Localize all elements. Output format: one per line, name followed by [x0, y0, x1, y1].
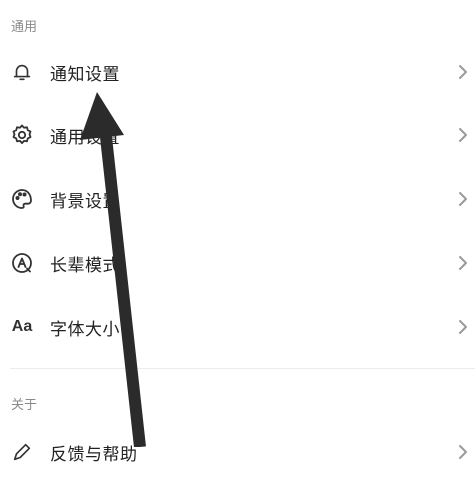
gear-icon	[10, 123, 34, 147]
settings-row-notifications[interactable]: 通知设置	[0, 40, 475, 104]
font-size-icon: Aa	[11, 318, 33, 335]
settings-row-label: 通知设置	[50, 64, 120, 85]
chevron-right-icon	[459, 65, 467, 79]
section-header-general: 通用	[11, 20, 38, 35]
chevron-right-icon	[459, 256, 467, 270]
settings-row-font-size[interactable]: Aa 字体大小	[0, 295, 475, 359]
settings-row-general[interactable]: 通用设置	[0, 103, 475, 167]
settings-row-background[interactable]: 背景设置	[0, 167, 475, 231]
chevron-right-icon	[459, 192, 467, 206]
settings-row-label: 通用设置	[50, 127, 120, 148]
chevron-right-icon	[459, 445, 467, 459]
elder-mode-icon	[10, 251, 34, 275]
settings-row-label: 字体大小	[50, 319, 120, 340]
settings-row-label: 长辈模式	[50, 255, 120, 276]
settings-row-label: 背景设置	[50, 191, 120, 212]
palette-icon	[10, 187, 34, 211]
settings-row-feedback[interactable]: 反馈与帮助	[0, 420, 475, 484]
section-header-about: 关于	[11, 398, 38, 413]
pen-icon	[10, 440, 34, 464]
settings-row-label: 反馈与帮助	[50, 444, 138, 465]
settings-row-elder-mode[interactable]: 长辈模式	[0, 231, 475, 295]
section-divider	[10, 368, 475, 369]
chevron-right-icon	[459, 320, 467, 334]
chevron-right-icon	[459, 128, 467, 142]
bell-icon	[10, 60, 34, 84]
